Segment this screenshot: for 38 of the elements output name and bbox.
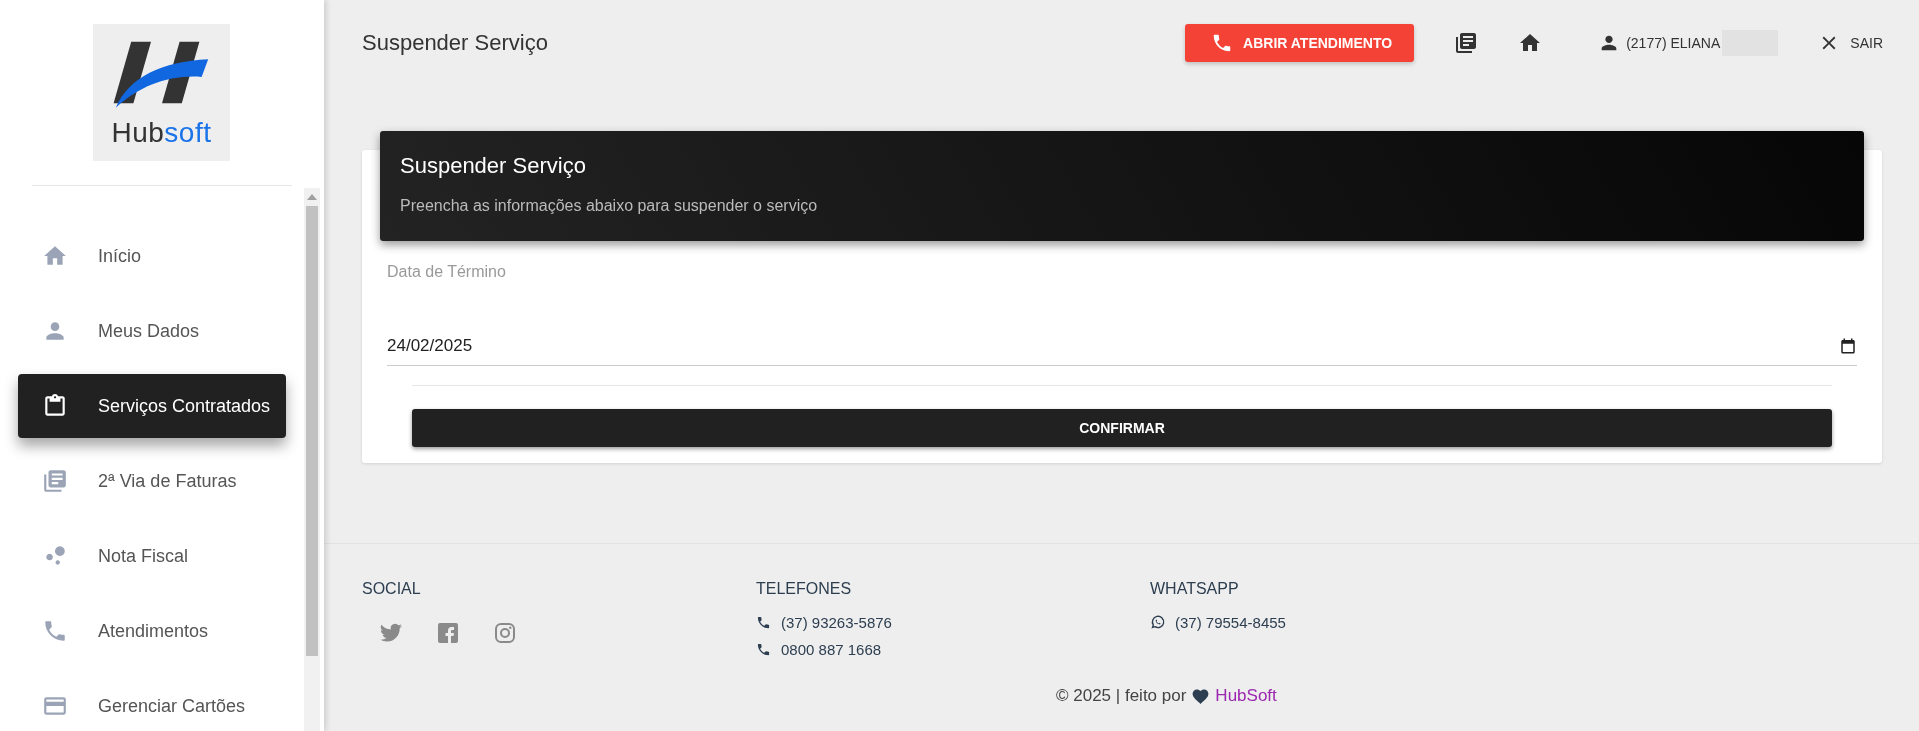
phone-icon xyxy=(756,642,771,657)
date-field[interactable]: 24/02/2025 xyxy=(387,327,1857,366)
credit-link[interactable]: HubSoft xyxy=(1215,686,1277,706)
calendar-icon[interactable] xyxy=(1839,337,1857,355)
footer-heading: TELEFONES xyxy=(756,580,853,598)
card-subtitle: Preencha as informações abaixo para suspender o serviço xyxy=(400,197,819,215)
instagram-icon[interactable] xyxy=(493,621,517,645)
sidebar-item[interactable]: Nota Fiscal xyxy=(18,524,286,588)
sidebar-item[interactable]: Meus Dados xyxy=(18,299,286,363)
phone-icon xyxy=(42,618,68,644)
footer-heading: WHATSAPP xyxy=(1150,580,1240,598)
user-name: (2177) ELIANA xyxy=(1626,35,1721,51)
documents-icon xyxy=(42,468,68,494)
sidebar-item[interactable]: Atendimentos xyxy=(18,599,286,663)
whatsapp-icon xyxy=(1150,615,1165,630)
scrollbar[interactable] xyxy=(304,188,320,731)
clipboard-icon xyxy=(42,393,68,419)
confirm-button[interactable]: CONFIRMAR xyxy=(412,409,1832,447)
open-ticket-button[interactable]: ABRIR ATENDIMENTO xyxy=(1185,24,1415,62)
card-title: Suspender Serviço xyxy=(400,153,587,179)
documents-icon[interactable] xyxy=(1454,31,1479,55)
facebook-icon[interactable] xyxy=(436,621,460,645)
twitter-icon[interactable] xyxy=(379,621,403,645)
footer-heading: SOCIAL xyxy=(362,580,422,598)
logo-text: Hubsoft xyxy=(111,118,212,147)
page-title: Suspender Serviço xyxy=(362,30,548,56)
sidebar-item[interactable]: Serviços Contratados xyxy=(18,374,286,438)
logout-button[interactable]: SAIR xyxy=(1818,32,1883,54)
phone-icon xyxy=(756,615,771,630)
phone-number: 0800 887 1668 xyxy=(781,641,882,658)
copyright-text: © 2025 | feito por xyxy=(1056,686,1187,706)
whatsapp-number: (37) 79554-8455 xyxy=(1175,614,1286,631)
sidebar-item[interactable]: Início xyxy=(18,224,286,288)
sidebar-item[interactable]: Gerenciar Cartões xyxy=(18,674,286,731)
sidebar-item[interactable]: 2ª Via de Faturas xyxy=(18,449,286,513)
heart-icon xyxy=(1191,686,1211,706)
phone-number: (37) 93263-5876 xyxy=(781,614,892,631)
field-label: Data de Término xyxy=(387,263,507,281)
